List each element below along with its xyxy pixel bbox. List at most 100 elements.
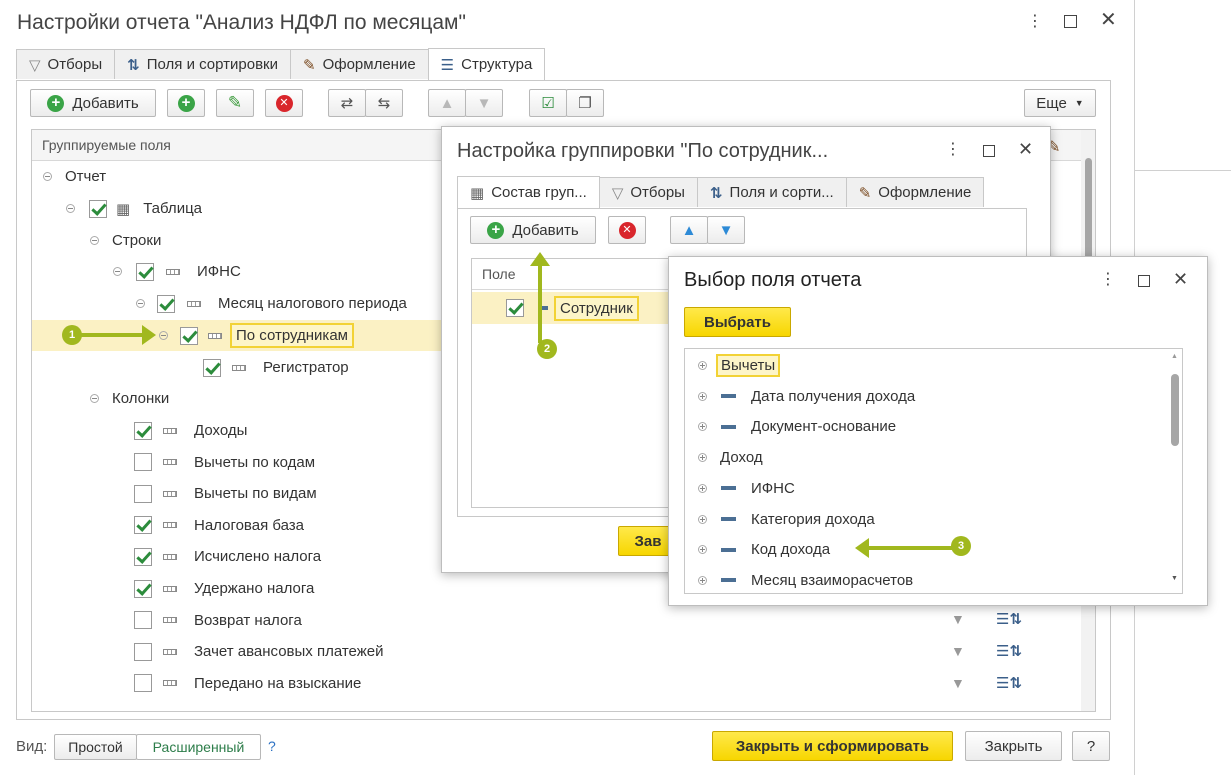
checkbox[interactable] <box>134 642 152 661</box>
filter-icon[interactable]: ▼ <box>951 611 965 627</box>
picker-item[interactable]: Месяц взаиморасчетов <box>685 565 1166 593</box>
grouping-delete-button[interactable]: ✕ <box>608 216 646 244</box>
picker-item[interactable]: Категория дохода <box>685 504 1166 535</box>
checkbox[interactable] <box>134 547 152 566</box>
more-button[interactable]: Еще ▼ <box>1024 89 1096 117</box>
tree-row-registrar[interactable]: Регистратор <box>203 352 443 383</box>
tree-row-month[interactable]: Месяц налогового периода <box>136 288 441 319</box>
checkbox[interactable] <box>134 674 152 693</box>
tree-row-ifns[interactable]: ИФНС <box>113 256 443 287</box>
expand-icon[interactable] <box>698 483 707 493</box>
grouping-field-row[interactable]: Сотрудник <box>472 292 671 324</box>
picker-item[interactable]: Дата получения дохода <box>685 381 1166 412</box>
add-button[interactable]: + Добавить <box>30 89 156 117</box>
checkbox[interactable] <box>134 611 152 630</box>
column-row[interactable]: Вычеты по кодам <box>134 447 434 478</box>
collapse-icon[interactable] <box>159 331 168 340</box>
picker-item[interactable]: ИФНС <box>685 473 1166 504</box>
column-row[interactable]: Доходы <box>134 415 434 446</box>
collapse-icon[interactable] <box>136 299 145 308</box>
move-up-button[interactable]: ▲ <box>670 216 708 244</box>
help-button[interactable]: ? <box>1072 731 1110 761</box>
tab-fields-sort[interactable]: ⇅ Поля и сорти... <box>696 177 847 207</box>
check-all-button[interactable]: ☑ <box>529 89 567 117</box>
maximize-icon[interactable] <box>1138 275 1150 287</box>
expand-icon[interactable] <box>698 575 707 585</box>
sort-icon[interactable]: ☰⇅ <box>996 642 1022 660</box>
sort-icon[interactable]: ☰⇅ <box>996 674 1022 692</box>
checkbox[interactable] <box>134 421 152 440</box>
close-icon[interactable]: ✕ <box>1018 140 1033 158</box>
checkbox[interactable] <box>180 326 198 345</box>
checkbox[interactable] <box>134 579 152 598</box>
tab-appearance[interactable]: ✎ Оформление <box>845 177 985 207</box>
tab-filters[interactable]: ▽ Отборы <box>16 49 116 79</box>
expand-icon[interactable] <box>698 422 707 432</box>
picker-item[interactable]: Документ-основание <box>685 411 1166 442</box>
column-row[interactable]: Удержано налога <box>134 573 434 604</box>
move-down-button[interactable]: ▼ <box>707 216 745 244</box>
expand-icon[interactable] <box>698 391 707 401</box>
help-link[interactable]: ? <box>268 738 276 754</box>
sort-icon[interactable]: ☰⇅ <box>996 610 1022 628</box>
uncheck-all-button[interactable]: ❐ <box>566 89 604 117</box>
scroll-down-icon[interactable]: ▼ <box>1171 575 1178 582</box>
view-extended-button[interactable]: Расширенный <box>136 734 261 760</box>
more-menu-icon[interactable]: ⋮ <box>945 142 961 158</box>
ungroup-button[interactable]: ⇆ <box>365 89 403 117</box>
column-row[interactable]: Возврат налога <box>134 605 434 636</box>
picker-item[interactable]: Доход <box>685 442 1166 473</box>
collapse-icon[interactable] <box>113 267 122 276</box>
grouping-add-button[interactable]: + Добавить <box>470 216 596 244</box>
close-button[interactable]: Закрыть <box>965 731 1062 761</box>
expand-icon[interactable] <box>698 453 707 463</box>
more-menu-icon[interactable]: ⋮ <box>1027 14 1043 30</box>
maximize-icon[interactable] <box>983 145 995 157</box>
collapse-icon[interactable] <box>90 236 99 245</box>
checkbox[interactable] <box>134 484 152 503</box>
checkbox[interactable] <box>89 199 107 218</box>
checkbox[interactable] <box>136 262 154 281</box>
edit-button[interactable]: ✎ <box>216 89 254 117</box>
picker-scrollbar[interactable]: ▲ ▼ <box>1168 349 1182 593</box>
column-row[interactable]: Вычеты по видам <box>134 478 434 509</box>
checkbox[interactable] <box>157 294 175 313</box>
view-simple-button[interactable]: Простой <box>54 734 137 760</box>
tab-structure[interactable]: ☰ Структура <box>427 48 546 80</box>
expand-icon[interactable] <box>698 361 707 370</box>
column-row[interactable]: Передано на взыскание <box>134 668 434 699</box>
add-nested-button[interactable]: + <box>167 89 205 117</box>
checkbox[interactable] <box>203 358 221 377</box>
collapse-icon[interactable] <box>90 394 99 403</box>
tree-row-table[interactable]: ▦ Таблица <box>66 193 446 224</box>
tab-appearance[interactable]: ✎ Оформление <box>289 49 429 79</box>
move-down-button[interactable]: ▼ <box>465 89 503 117</box>
close-icon[interactable]: ✕ <box>1100 10 1117 30</box>
close-icon[interactable]: ✕ <box>1173 270 1188 288</box>
scroll-thumb[interactable] <box>1171 374 1179 446</box>
checkbox[interactable] <box>134 516 152 535</box>
column-row[interactable]: Налоговая база <box>134 510 434 541</box>
column-row[interactable]: Исчислено налога <box>134 541 434 572</box>
tab-composition[interactable]: ▦ Состав груп... <box>457 176 600 208</box>
move-up-button[interactable]: ▲ <box>428 89 466 117</box>
close-and-generate-button[interactable]: Закрыть и сформировать <box>712 731 953 761</box>
more-menu-icon[interactable]: ⋮ <box>1100 272 1116 288</box>
tree-row-report[interactable]: Отчет <box>43 161 443 192</box>
scroll-up-icon[interactable]: ▲ <box>1171 353 1178 360</box>
column-row[interactable]: Зачет авансовых платежей <box>134 636 434 667</box>
checkbox[interactable] <box>134 453 152 472</box>
expand-icon[interactable] <box>698 545 707 555</box>
select-button[interactable]: Выбрать <box>684 307 791 337</box>
filter-icon[interactable]: ▼ <box>951 675 965 691</box>
tree-row-rows[interactable]: Строки <box>90 225 440 256</box>
collapse-icon[interactable] <box>43 172 52 181</box>
tab-fields-sort[interactable]: ⇅ Поля и сортировки <box>114 49 291 79</box>
filter-icon[interactable]: ▼ <box>951 643 965 659</box>
checkbox[interactable] <box>506 299 524 317</box>
maximize-icon[interactable] <box>1064 15 1077 28</box>
tree-row-columns[interactable]: Колонки <box>90 383 440 414</box>
expand-icon[interactable] <box>698 514 707 524</box>
collapse-icon[interactable] <box>66 204 75 213</box>
group-button[interactable]: ⇄ <box>328 89 366 117</box>
